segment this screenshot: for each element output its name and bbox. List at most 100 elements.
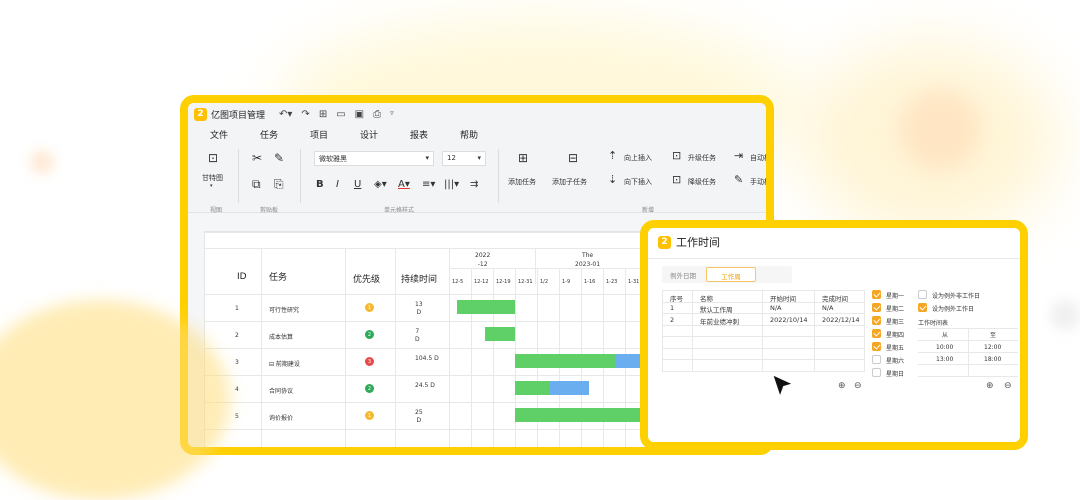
row-id: 3 (235, 359, 239, 366)
table-cell[interactable]: 年前业绩冲刺 (700, 316, 739, 326)
gantt-dropdown-icon[interactable]: ▾ (210, 183, 213, 189)
wrap-text-icon[interactable]: ⇉ (470, 179, 478, 190)
gantt-bar[interactable] (515, 354, 615, 368)
schedule-start[interactable]: 13:00 (936, 356, 953, 363)
format-painter-icon[interactable]: ✎ (274, 151, 284, 165)
insert-down-button[interactable]: 向下插入 (624, 177, 652, 187)
downgrade-button[interactable]: 降级任务 (688, 177, 716, 187)
columns-icon[interactable]: |||▾ (444, 179, 459, 190)
weekday-checkbox[interactable] (872, 316, 881, 325)
row-task-name[interactable]: 可行性研究 (269, 305, 299, 314)
auto-schedule-button[interactable]: 自动模式 (750, 153, 766, 163)
bold-icon[interactable]: B (316, 179, 324, 190)
menu-task[interactable]: 任务 (260, 128, 310, 141)
gantt-view-label[interactable]: 甘特图 (202, 173, 223, 183)
weekday-label: 星期二 (886, 306, 905, 313)
weekday-checkbox[interactable] (872, 368, 881, 377)
auto-schedule-icon[interactable]: ⇥ (734, 149, 743, 162)
add-task-button[interactable]: 添加任务 (508, 177, 536, 187)
manual-schedule-icon[interactable]: ✎ (734, 173, 743, 186)
undo-icon[interactable]: ↶▾ (279, 109, 292, 120)
work-checkbox[interactable] (918, 303, 927, 312)
gantt-bar[interactable] (457, 300, 515, 314)
add-subtask-button[interactable]: 添加子任务 (552, 177, 587, 187)
schedule-start[interactable]: 10:00 (936, 344, 953, 351)
copy-icon[interactable]: ⧉ (252, 177, 261, 192)
week-label: 1/2 (540, 279, 549, 285)
gantt-bar[interactable] (485, 327, 515, 341)
row-id: 5 (235, 413, 239, 420)
add-task-icon[interactable]: ⊞ (518, 151, 528, 165)
nonwork-checkbox[interactable] (918, 290, 927, 299)
row-duration: 24.5 D (415, 382, 435, 389)
paste-icon[interactable]: ⎘ (274, 177, 284, 192)
customize-icon[interactable]: ▿ (390, 109, 394, 120)
insert-up-icon[interactable]: ⇡ (608, 149, 617, 162)
gantt-bar[interactable] (515, 381, 549, 395)
italic-icon[interactable]: I (336, 179, 339, 190)
new-file-icon[interactable]: ⊞ (319, 109, 327, 120)
col-header-priority[interactable]: 优先级 (353, 272, 380, 285)
weekday-checkbox[interactable] (872, 303, 881, 312)
fill-color-icon[interactable]: ◈▾ (374, 179, 387, 190)
print-icon[interactable]: ⎙ (373, 109, 381, 120)
schedule-end[interactable]: 12:00 (984, 344, 1001, 351)
table-cell[interactable]: 2022/12/14 (822, 316, 859, 324)
row-id: 2 (235, 332, 239, 339)
table-cell[interactable]: 2 (670, 316, 674, 324)
redo-icon[interactable]: ↷ (301, 109, 309, 120)
title-bar: 2 亿图项目管理 ↶▾ ↷ ⊞ ▭ ▣ ⎙ ▿ (188, 103, 766, 125)
weekday-label: 星期六 (886, 358, 905, 365)
remove-time-icon[interactable]: ⊖ (1004, 381, 1012, 391)
tab-exception-dates[interactable]: 例外日期 (670, 270, 696, 280)
downgrade-icon[interactable]: ⊡ (672, 173, 681, 186)
upgrade-icon[interactable]: ⊡ (672, 149, 681, 162)
insert-up-button[interactable]: 向上插入 (624, 153, 652, 163)
col-header-duration[interactable]: 持续时间 (401, 272, 437, 285)
menu-file[interactable]: 文件 (210, 128, 260, 141)
menu-report[interactable]: 报表 (410, 128, 460, 141)
save-icon[interactable]: ▣ (355, 109, 364, 120)
weekday-checkbox[interactable] (872, 342, 881, 351)
col-header-id[interactable]: ID (237, 272, 247, 282)
font-family-select[interactable]: 微软雅黑 ▾ (314, 151, 434, 166)
remove-row-icon[interactable]: ⊖ (854, 381, 862, 391)
weekday-checkbox[interactable] (872, 355, 881, 364)
weekday-checkbox[interactable] (872, 329, 881, 338)
row-task-name[interactable]: 成本估算 (269, 332, 293, 341)
open-folder-icon[interactable]: ▭ (336, 109, 345, 120)
gantt-bar[interactable] (549, 381, 589, 395)
row-task-name[interactable]: 询价报价 (269, 413, 293, 422)
table-cell[interactable]: 默认工作周 (700, 304, 733, 314)
weekday-label: 星期一 (886, 293, 905, 300)
add-row-icon[interactable]: ⊕ (838, 381, 846, 391)
tab-work-week[interactable]: 工作周 (706, 267, 756, 282)
table-cell[interactable]: N/A (770, 304, 782, 312)
week-label: 12-5 (452, 279, 464, 285)
table-cell[interactable]: 2022/10/14 (770, 316, 807, 324)
insert-down-icon[interactable]: ⇣ (608, 173, 617, 186)
month-2023-01: The 2023-01 (575, 252, 601, 268)
add-subtask-icon[interactable]: ⊟ (568, 151, 578, 165)
gantt-bar[interactable] (515, 408, 645, 422)
menu-design[interactable]: 设计 (360, 128, 410, 141)
underline-icon[interactable]: U (354, 179, 361, 190)
table-cell[interactable]: 1 (670, 304, 674, 312)
menu-help[interactable]: 帮助 (460, 128, 510, 141)
upgrade-button[interactable]: 升级任务 (688, 153, 716, 163)
cut-icon[interactable]: ✂ (252, 151, 262, 165)
add-time-icon[interactable]: ⊕ (986, 381, 994, 391)
row-task-name[interactable]: 合同协议 (269, 386, 293, 395)
priority-badge: 1 (365, 303, 374, 312)
weekday-checkbox[interactable] (872, 290, 881, 299)
col-header-task[interactable]: 任务 (269, 270, 287, 283)
schedule-end[interactable]: 18:00 (984, 356, 1001, 363)
align-icon[interactable]: ≡▾ (422, 179, 435, 190)
menu-project[interactable]: 项目 (310, 128, 360, 141)
gantt-view-icon[interactable]: ⊡ (208, 151, 218, 165)
manual-schedule-button[interactable]: 手动模式 (750, 177, 766, 187)
row-task-name[interactable]: ⊟ 前期建设 (269, 359, 300, 368)
font-color-icon[interactable]: A▾ (398, 179, 410, 190)
font-size-select[interactable]: 12 ▾ (442, 151, 486, 166)
table-cell[interactable]: N/A (822, 304, 834, 312)
